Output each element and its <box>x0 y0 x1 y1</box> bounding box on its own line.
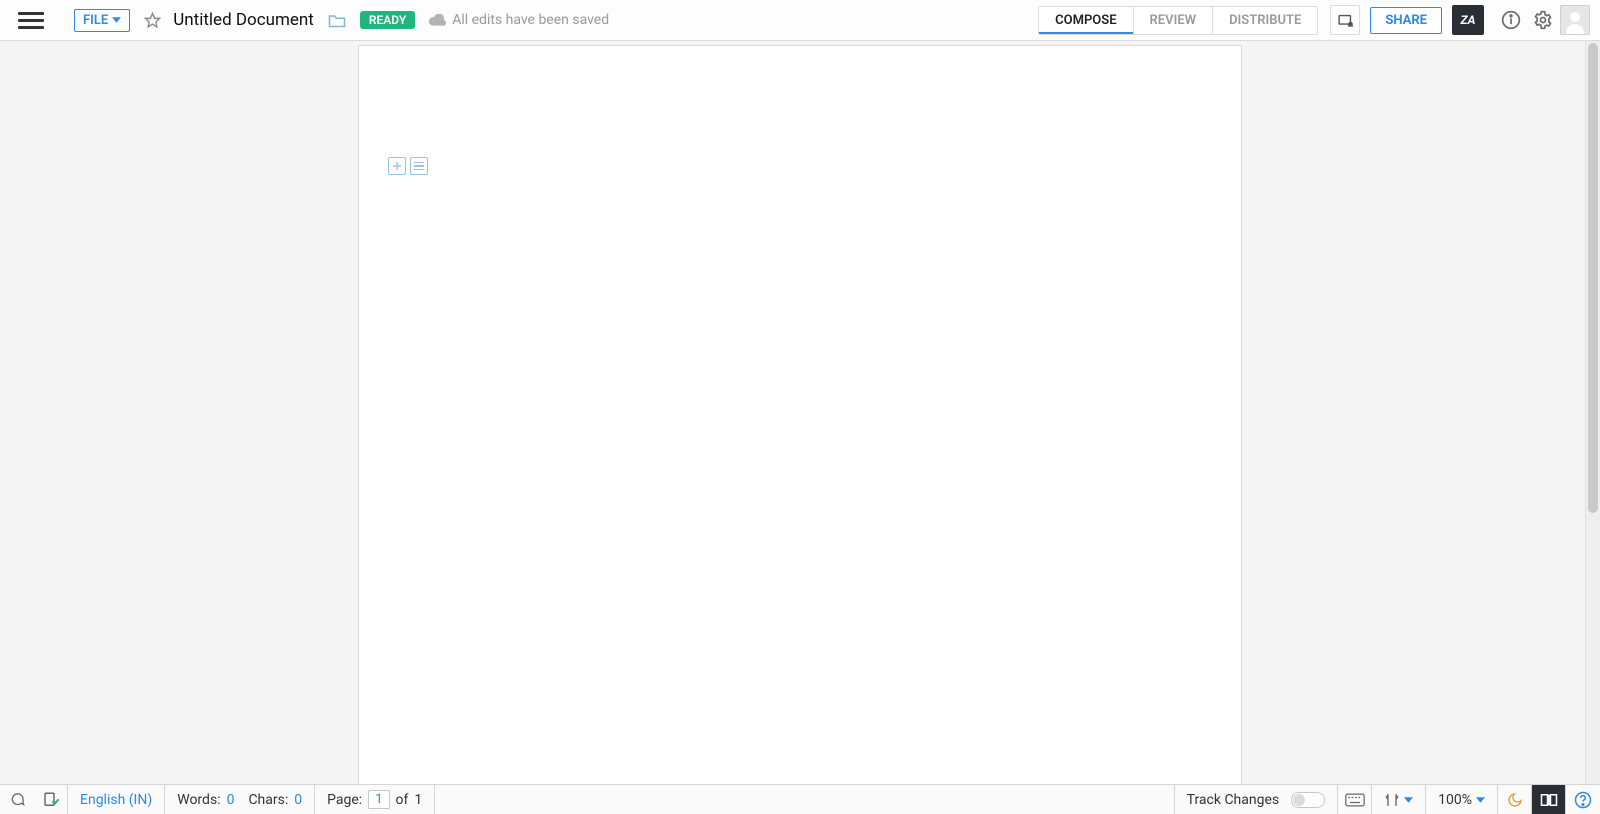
cloud-icon <box>429 14 446 26</box>
spellcheck-icon[interactable] <box>34 785 68 814</box>
file-menu-button[interactable]: FILE <box>74 9 130 32</box>
page-total: 1 <box>414 792 422 808</box>
word-char-count[interactable]: Words: 0 Chars: 0 <box>165 785 315 814</box>
page-indicator[interactable]: Page: 1 of 1 <box>315 785 435 814</box>
insert-block-button[interactable] <box>388 157 406 175</box>
user-avatar[interactable] <box>1560 5 1590 35</box>
tab-compose[interactable]: COMPOSE <box>1039 7 1132 34</box>
track-changes-toggle[interactable] <box>1291 792 1325 808</box>
document-page[interactable] <box>358 45 1242 784</box>
page-current: 1 <box>368 790 389 809</box>
save-state: All edits have been saved <box>429 12 609 28</box>
paragraph-format-button[interactable] <box>410 157 428 175</box>
keyboard-shortcuts-icon[interactable] <box>1338 785 1372 814</box>
zoom-control[interactable]: 100% <box>1426 785 1498 814</box>
view-mode-selector[interactable] <box>1372 785 1426 814</box>
help-icon[interactable] <box>1566 785 1600 814</box>
chevron-down-icon <box>1476 797 1485 803</box>
document-title[interactable]: Untitled Document <box>173 10 314 30</box>
notifications-button[interactable] <box>1330 5 1360 35</box>
document-canvas[interactable] <box>0 41 1600 784</box>
chars-label: Chars: <box>248 792 288 808</box>
page-width-icon <box>1384 792 1400 808</box>
chevron-down-icon <box>1404 797 1413 803</box>
zia-assistant-button[interactable]: ZA <box>1452 5 1484 35</box>
status-bar: English (IN) Words: 0 Chars: 0 Page: 1 o… <box>0 784 1600 814</box>
file-menu-label: FILE <box>83 13 108 28</box>
page-of: of <box>396 792 409 808</box>
status-badge: READY <box>360 11 415 29</box>
menu-hamburger-icon[interactable] <box>18 7 44 33</box>
mode-tabs: COMPOSE REVIEW DISTRIBUTE <box>1038 6 1318 35</box>
scrollbar-thumb[interactable] <box>1588 43 1598 513</box>
favorite-star-icon[interactable] <box>144 12 161 29</box>
words-label: Words: <box>177 792 220 808</box>
chars-value: 0 <box>294 792 302 808</box>
tab-review[interactable]: REVIEW <box>1133 7 1213 34</box>
folder-icon[interactable] <box>328 13 346 28</box>
share-button[interactable]: SHARE <box>1370 7 1442 34</box>
reader-view-icon[interactable] <box>1532 785 1566 814</box>
page-margin-tools <box>388 157 428 175</box>
chevron-down-icon <box>112 17 121 23</box>
tab-distribute[interactable]: DISTRIBUTE <box>1212 7 1317 34</box>
dark-mode-icon[interactable] <box>1498 785 1532 814</box>
language-label: English (IN) <box>80 792 152 808</box>
comments-icon[interactable] <box>0 785 34 814</box>
vertical-scrollbar[interactable] <box>1585 41 1600 784</box>
page-label: Page: <box>327 792 362 808</box>
info-icon[interactable] <box>1496 5 1526 35</box>
top-toolbar: FILE Untitled Document READY All edits h… <box>0 0 1600 41</box>
track-changes[interactable]: Track Changes <box>1175 785 1339 814</box>
save-state-text: All edits have been saved <box>452 12 609 28</box>
words-value: 0 <box>227 792 235 808</box>
zoom-value: 100% <box>1438 792 1472 808</box>
language-selector[interactable]: English (IN) <box>68 785 165 814</box>
settings-gear-icon[interactable] <box>1528 5 1558 35</box>
track-changes-label: Track Changes <box>1187 792 1280 808</box>
